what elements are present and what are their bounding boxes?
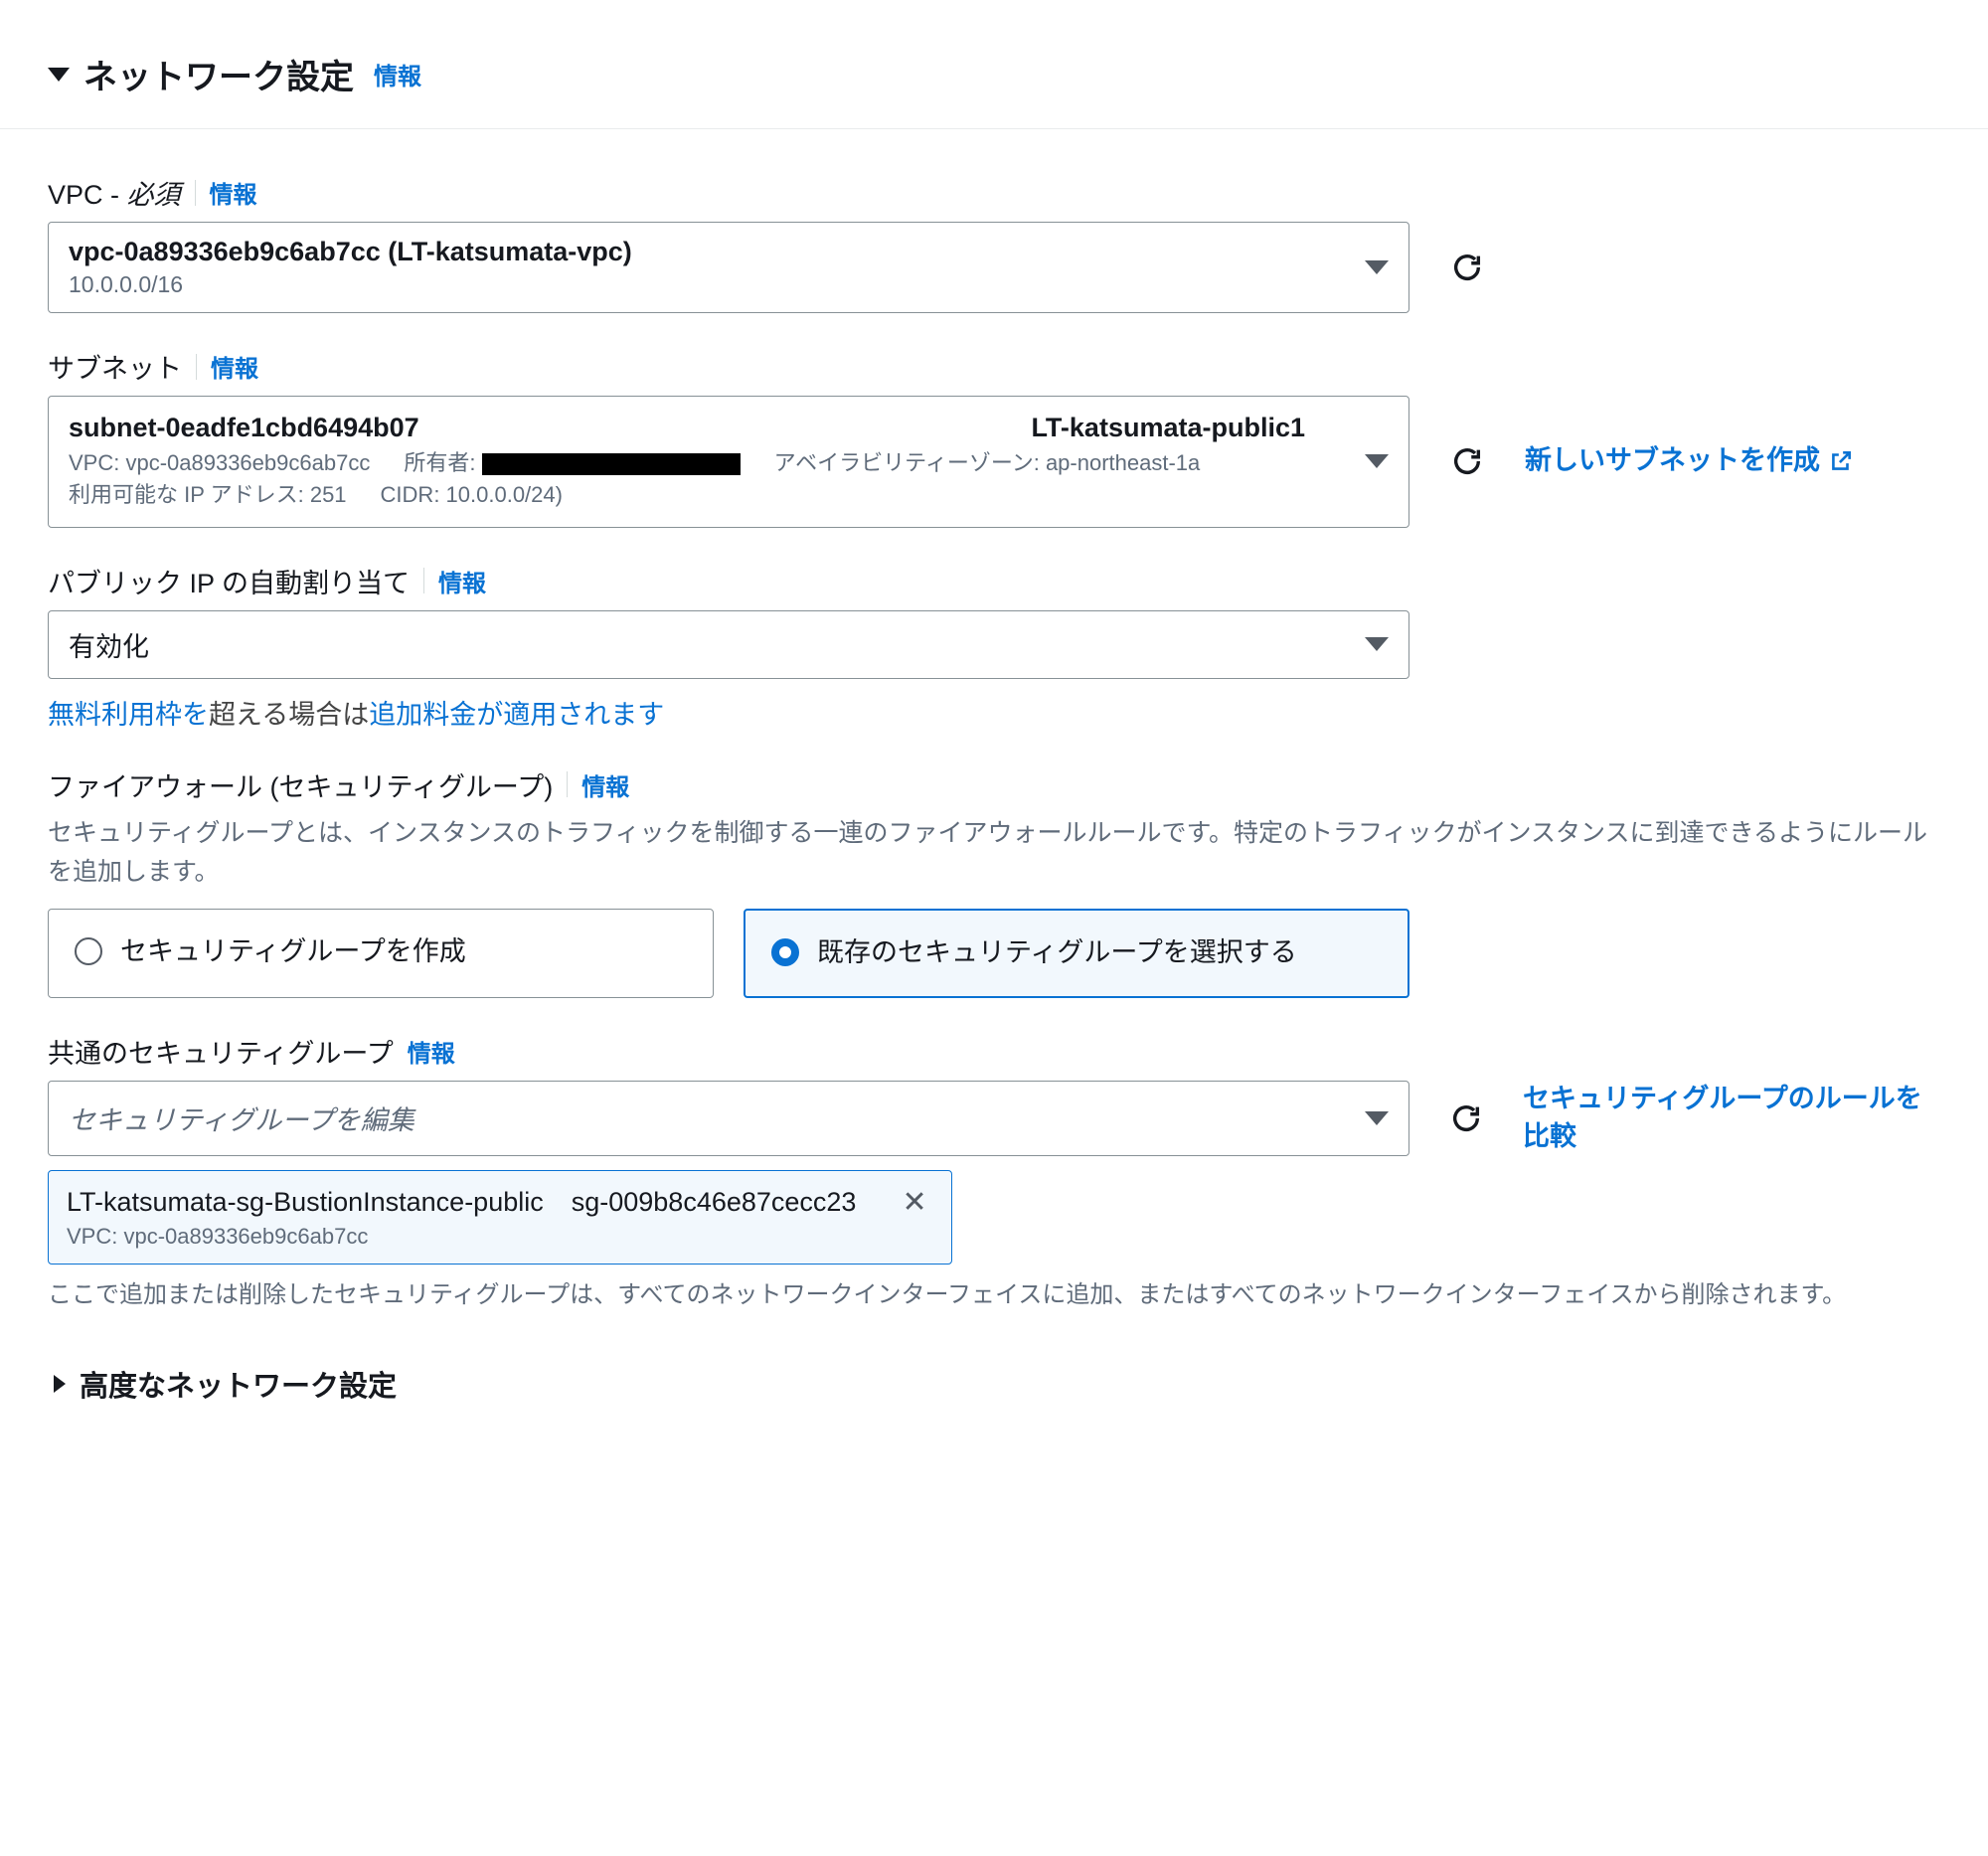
advanced-label: 高度なネットワーク設定 [80,1363,397,1405]
chevron-down-icon [1365,637,1389,651]
redacted-owner [482,453,741,475]
field-vpc: VPC - 必須 情報 vpc-0a89336eb9c6ab7cc (LT-ka… [48,173,1940,313]
subnet-vpc: VPC: vpc-0a89336eb9c6ab7cc [69,447,370,479]
radio-create-sg-label: セキュリティグループを作成 [120,933,466,971]
firewall-desc: セキュリティグループとは、インスタンスのトラフィックを制御する一連のファイアウォ… [48,814,1940,892]
subnet-name: LT-katsumata-public1 [1031,413,1365,443]
refresh-icon [1449,1101,1483,1135]
subnet-ips: 利用可能な IP アドレス: 251 [69,479,347,511]
field-common-sg: 共通のセキュリティグループ 情報 セキュリティグループを編集 セキュリティグルー… [48,1032,1940,1313]
subnet-cidr: CIDR: 10.0.0.0/24) [381,479,563,511]
common-sg-help: ここで追加または削除したセキュリティグループは、すべてのネットワークインターフェ… [48,1276,1940,1313]
sg-chip-name: LT-katsumata-sg-BustionInstance-public [67,1187,544,1218]
info-link-vpc[interactable]: 情報 [210,175,257,210]
subnet-refresh-button[interactable] [1445,439,1489,483]
info-link-common-sg[interactable]: 情報 [408,1034,455,1069]
refresh-icon [1450,251,1484,284]
vpc-value: vpc-0a89336eb9c6ab7cc (LT-katsumata-vpc) [69,237,632,267]
divider [195,180,196,206]
notice-link-2[interactable]: 追加料金が適用されます [369,700,664,730]
subnet-id: subnet-0eadfe1cbd6494b07 [69,413,419,443]
advanced-network-toggle[interactable]: 高度なネットワーク設定 [48,1353,1940,1405]
sg-chip-sub: VPC: vpc-0a89336eb9c6ab7cc [67,1224,933,1250]
subnet-owner: 所有者: [404,447,740,479]
network-settings-header: ネットワーク設定 情報 [0,0,1988,129]
subnet-label: サブネット [48,347,182,386]
info-link-subnet[interactable]: 情報 [211,349,258,384]
radio-create-sg[interactable]: セキュリティグループを作成 [48,909,714,998]
vpc-select[interactable]: vpc-0a89336eb9c6ab7cc (LT-katsumata-vpc)… [48,222,1409,313]
radio-icon-on [771,938,799,966]
compare-sg-link[interactable]: セキュリティグループのルールを比較 [1523,1081,1940,1156]
radio-icon-off [75,937,102,965]
subnet-az: アベイラビリティーゾーン: ap-northeast-1a [774,447,1201,479]
refresh-icon [1450,444,1484,478]
chevron-down-icon [1365,1111,1389,1125]
field-firewall: ファイアウォール (セキュリティグループ) 情報 セキュリティグループとは、イン… [48,765,1940,998]
caret-down-icon [48,68,70,82]
section-title-text: ネットワーク設定 [83,50,354,98]
public-ip-select[interactable]: 有効化 [48,610,1409,679]
public-ip-value: 有効化 [69,625,149,664]
vpc-label: VPC - 必須 [48,173,181,212]
common-sg-label: 共通のセキュリティグループ [48,1032,394,1071]
chevron-down-icon [1365,454,1389,468]
divider [567,771,568,797]
vpc-refresh-button[interactable] [1445,246,1489,289]
common-sg-refresh-button[interactable] [1445,1097,1487,1140]
create-subnet-link[interactable]: 新しいサブネットを作成 [1525,442,1854,480]
radio-existing-sg[interactable]: 既存のセキュリティグループを選択する [744,909,1409,998]
field-public-ip: パブリック IP の自動割り当て 情報 有効化 無料利用枠を超える場合は追加料金… [48,562,1940,732]
info-link-header[interactable]: 情報 [374,57,421,91]
public-ip-label: パブリック IP の自動割り当て [48,562,410,600]
vpc-cidr: 10.0.0.0/16 [69,271,632,298]
common-sg-placeholder: セキュリティグループを編集 [69,1098,414,1137]
chevron-down-icon [1365,260,1389,274]
caret-right-icon [54,1375,66,1393]
firewall-radio-group: セキュリティグループを作成 既存のセキュリティグループを選択する [48,909,1940,998]
radio-existing-sg-label: 既存のセキュリティグループを選択する [817,934,1297,972]
sg-chip: LT-katsumata-sg-BustionInstance-public s… [48,1170,952,1265]
external-link-icon [1828,448,1854,474]
section-toggle[interactable]: ネットワーク設定 [48,50,354,98]
subnet-select[interactable]: subnet-0eadfe1cbd6494b07 LT-katsumata-pu… [48,396,1409,528]
info-link-public-ip[interactable]: 情報 [438,564,486,598]
divider [423,568,424,593]
sg-chip-remove[interactable]: ✕ [896,1185,932,1220]
common-sg-select[interactable]: セキュリティグループを編集 [48,1081,1409,1156]
field-subnet: サブネット 情報 subnet-0eadfe1cbd6494b07 LT-kat… [48,347,1940,528]
notice-link-1[interactable]: 無料利用枠を [48,700,209,730]
firewall-label: ファイアウォール (セキュリティグループ) [48,765,553,804]
info-link-firewall[interactable]: 情報 [581,767,629,802]
sg-chip-id: sg-009b8c46e87cecc23 [572,1187,857,1218]
free-tier-notice: 無料利用枠を超える場合は追加料金が適用されます [48,693,1940,732]
divider [196,354,197,380]
